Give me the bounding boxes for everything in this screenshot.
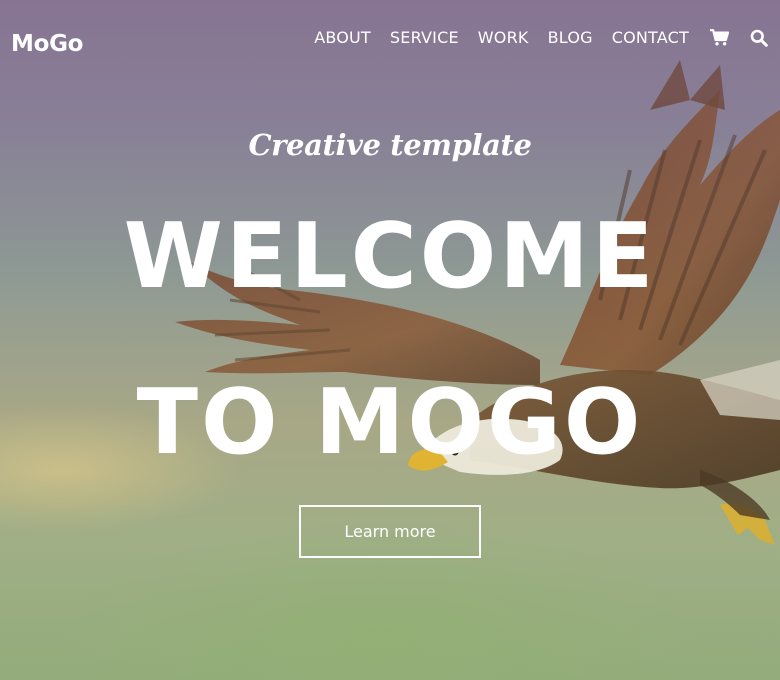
hero-content: Creative template WELCOME TO MOGO Learn … xyxy=(0,0,780,680)
nav-item-about[interactable]: ABOUT xyxy=(314,28,371,47)
cart-icon[interactable] xyxy=(710,29,729,46)
nav-item-work[interactable]: WORK xyxy=(478,28,529,47)
hero-headline-line-2: TO MOGO xyxy=(136,370,644,475)
nav-item-blog[interactable]: BLOG xyxy=(548,28,593,47)
top-navbar: MoGo ABOUT SERVICE WORK BLOG CONTACT xyxy=(0,0,780,80)
main-navigation: ABOUT SERVICE WORK BLOG CONTACT xyxy=(295,28,768,47)
hero-subtitle: Creative template xyxy=(248,128,532,162)
nav-item-service[interactable]: SERVICE xyxy=(390,28,459,47)
nav-item-contact[interactable]: CONTACT xyxy=(612,28,689,47)
search-icon[interactable] xyxy=(750,29,768,47)
hero-headline-line-1: WELCOME xyxy=(123,204,657,309)
learn-more-button[interactable]: Learn more xyxy=(299,505,481,558)
hero-section: MoGo ABOUT SERVICE WORK BLOG CONTACT Cre… xyxy=(0,0,780,680)
brand-logo[interactable]: MoGo xyxy=(11,31,83,57)
